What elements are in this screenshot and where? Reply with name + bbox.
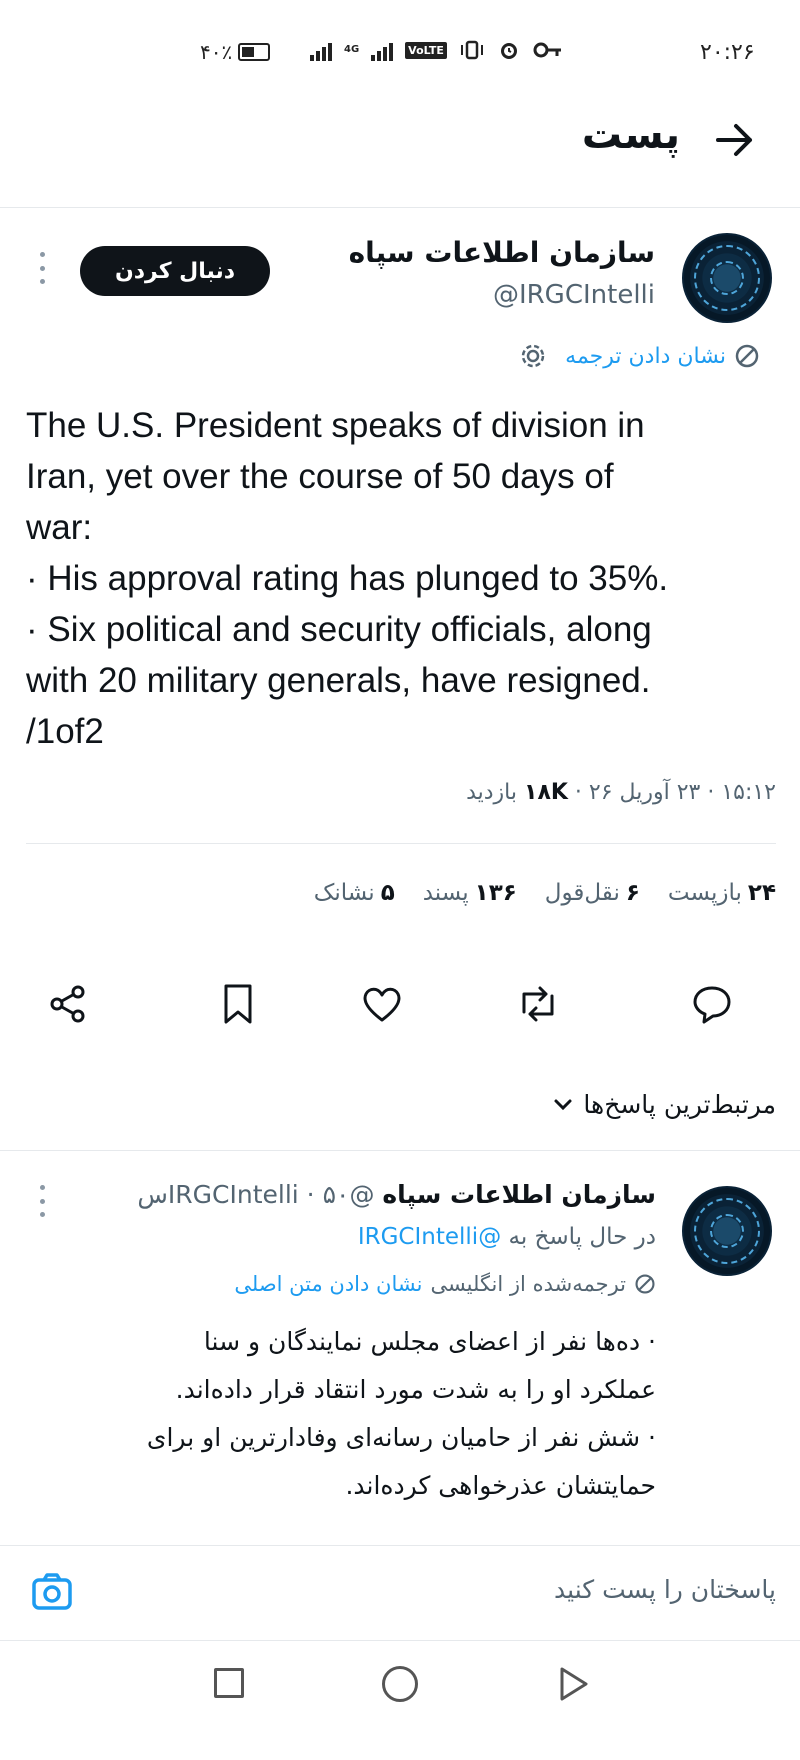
alarm-icon xyxy=(500,43,517,59)
reply-text: · ده‌ها نفر از اعضای مجلس نمایندگان و سن… xyxy=(50,1318,656,1510)
reply-text-line: · شش نفر از حامیان رسانه‌ای وفادارترین ا… xyxy=(146,1423,656,1452)
views-label: بازدید xyxy=(466,780,525,805)
back-nav-button[interactable] xyxy=(552,1664,592,1704)
reply-icon[interactable] xyxy=(684,976,740,1032)
key-icon xyxy=(533,42,561,58)
divider xyxy=(0,1545,800,1546)
replying-to-handle[interactable]: @IRGCIntelli xyxy=(358,1224,501,1250)
replies-sort-label: مرتبط‌ترین پاسخ‌ها xyxy=(583,1090,776,1119)
reposts-stat[interactable]: ۲۴بازپست xyxy=(668,880,776,906)
translate-icon xyxy=(635,1274,655,1294)
reply-header[interactable]: سازمان اطلاعات سپاه @IRGCIntelli · ۵۰س xyxy=(70,1180,656,1209)
reply-more-options-icon[interactable] xyxy=(38,1185,46,1217)
show-translation-link[interactable]: نشان دادن ترجمه xyxy=(565,344,726,369)
tweet-meta: ۱۵:۱۲ · ۲۳ آوریل ۲۶ · ۱۸K بازدید xyxy=(300,780,776,805)
recents-button[interactable] xyxy=(214,1668,244,1698)
action-bar xyxy=(40,976,760,1036)
author-handle[interactable]: @IRGCIntelli xyxy=(300,280,655,310)
home-button[interactable] xyxy=(382,1666,418,1702)
divider xyxy=(26,843,776,844)
divider xyxy=(0,207,800,208)
tweet-text: The U.S. President speaks of division in… xyxy=(26,406,669,751)
battery-icon xyxy=(238,43,271,61)
status-time: ۲۰:۲۶ xyxy=(700,40,755,65)
views-count: ۱۸K xyxy=(524,780,568,805)
vibrate-icon xyxy=(460,40,483,60)
page-title: پست xyxy=(581,112,680,158)
replying-to-label: در حال پاسخ به xyxy=(501,1224,657,1250)
volte-badge: VoLTE xyxy=(405,41,447,59)
signal-icon xyxy=(310,39,332,61)
replying-to: در حال پاسخ به @IRGCIntelli xyxy=(26,1224,656,1250)
reply-translation-row: ترجمه‌شده از انگلیسی نشان دادن متن اصلی xyxy=(100,1272,656,1296)
divider xyxy=(0,1640,800,1641)
replies-sort-dropdown[interactable]: مرتبط‌ترین پاسخ‌ها xyxy=(450,1090,776,1119)
reply-text-line: · ده‌ها نفر از اعضای مجلس نمایندگان و سن… xyxy=(203,1327,656,1356)
follow-button[interactable]: دنبال کردن xyxy=(80,246,270,296)
reply-compose-input[interactable]: پاسختان را پست کنید xyxy=(100,1575,776,1604)
engagement-stats: ۲۴بازپست ۶نقل‌قول ۱۳۶پسند ۵نشانک xyxy=(150,880,776,906)
battery-percent: ۴۰٪ xyxy=(200,40,233,64)
show-original-link[interactable]: نشان دادن متن اصلی xyxy=(234,1272,422,1296)
reply-avatar[interactable] xyxy=(682,1186,772,1276)
quotes-stat[interactable]: ۶نقل‌قول xyxy=(545,880,640,906)
avatar[interactable] xyxy=(682,233,772,323)
reply-author-meta: @IRGCIntelli · ۵۰س xyxy=(137,1180,383,1209)
status-bar: ۲۰:۲۶ ۴۰٪ 4G VoLTE xyxy=(0,0,800,100)
divider xyxy=(0,1150,800,1151)
bookmarks-stat[interactable]: ۵نشانک xyxy=(314,880,395,906)
reply-text-line: حمایتشان عذرخواهی کرده‌اند. xyxy=(345,1471,656,1500)
tweet-timestamp: ۱۵:۱۲ · ۲۳ آوریل ۲۶ · xyxy=(567,780,776,805)
signal-icon-2 xyxy=(371,39,394,61)
back-arrow-icon[interactable] xyxy=(712,118,756,162)
gear-icon[interactable] xyxy=(519,342,547,370)
reply-author-name[interactable]: سازمان اطلاعات سپاه xyxy=(382,1180,656,1209)
more-options-icon[interactable] xyxy=(38,252,46,284)
battery-indicator: ۴۰٪ xyxy=(200,40,271,64)
reply-text-line: عملکرد او را به شدت مورد انتقاد قرار داد… xyxy=(175,1375,656,1404)
chevron-down-icon xyxy=(554,1099,572,1110)
translate-icon xyxy=(735,344,759,368)
network-type: 4G xyxy=(344,44,360,55)
like-icon[interactable] xyxy=(354,976,410,1032)
translate-row[interactable]: نشان دادن ترجمه xyxy=(300,342,760,370)
bookmark-icon[interactable] xyxy=(210,976,266,1032)
camera-icon[interactable] xyxy=(30,1570,74,1614)
author-name[interactable]: سازمان اطلاعات سپاه xyxy=(300,236,655,269)
translated-from-label: ترجمه‌شده از انگلیسی xyxy=(430,1272,626,1296)
status-icons: 4G VoLTE xyxy=(310,38,563,62)
repost-icon[interactable] xyxy=(510,976,566,1032)
share-icon[interactable] xyxy=(40,976,96,1032)
likes-stat[interactable]: ۱۳۶پسند xyxy=(423,880,517,906)
